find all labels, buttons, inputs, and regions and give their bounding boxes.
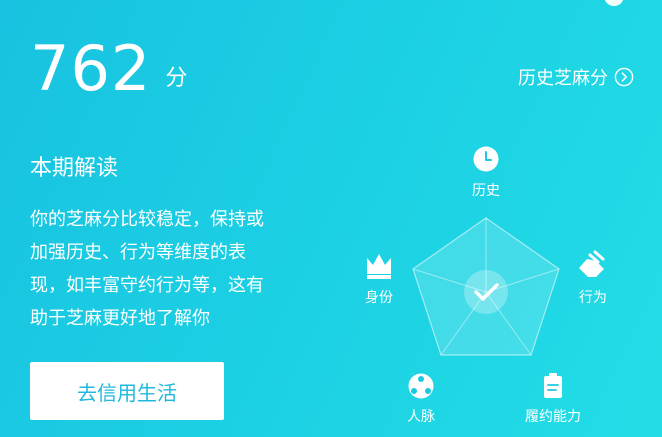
credit-score: 762 分 (30, 36, 187, 102)
history-score-label: 历史芝麻分 (518, 68, 608, 89)
radar-dimension-fulfillment[interactable]: 履约能力 (525, 373, 581, 425)
status-dot (604, 0, 624, 6)
radar-dimension-label: 身份 (365, 290, 393, 306)
clock-icon (473, 146, 499, 172)
interpretation-title: 本期解读 (30, 156, 119, 181)
credit-life-button[interactable]: 去信用生活 (30, 362, 224, 420)
credit-dimension-radar: 历史 行为 履约能力 人脉 身份 (365, 146, 607, 426)
score-unit: 分 (165, 66, 188, 91)
interpretation-line: 你的芝麻分比较稳定，保持或 (30, 209, 264, 230)
interpretation-line: 加强历史、行为等维度的表 (30, 242, 246, 263)
radar-dimension-behavior[interactable]: 行为 (579, 250, 607, 306)
radar-dimension-connections[interactable]: 人脉 (407, 373, 435, 426)
interpretation-line: 助于芝麻更好地了解你 (30, 308, 210, 329)
sesame-credit-screen: 762 分 历史芝麻分 本期解读 你的芝麻分比较稳定，保持或 加强历史、行为等维… (0, 0, 662, 437)
people-icon (408, 373, 434, 399)
chevron-right-circle-icon (614, 67, 634, 87)
history-score-link[interactable]: 历史芝麻分 (518, 64, 634, 90)
radar-dimension-history[interactable]: 历史 (472, 146, 500, 200)
crown-icon (367, 254, 391, 279)
radar-dimension-label: 履约能力 (525, 409, 581, 425)
radar-dimension-label: 人脉 (407, 409, 435, 425)
interpretation-text: 你的芝麻分比较稳定，保持或 加强历史、行为等维度的表 现，如丰富守约行为等，这有… (30, 203, 340, 335)
checkmark-icon (464, 270, 508, 314)
interpretation-line: 现，如丰富守约行为等，这有 (30, 275, 264, 296)
radar-dimension-label: 行为 (579, 290, 607, 306)
score-value: 762 (30, 32, 152, 105)
radar-dimension-label: 历史 (472, 183, 500, 199)
document-icon (544, 373, 562, 398)
handshake-icon (579, 250, 605, 277)
radar-dimension-identity[interactable]: 身份 (365, 254, 393, 306)
